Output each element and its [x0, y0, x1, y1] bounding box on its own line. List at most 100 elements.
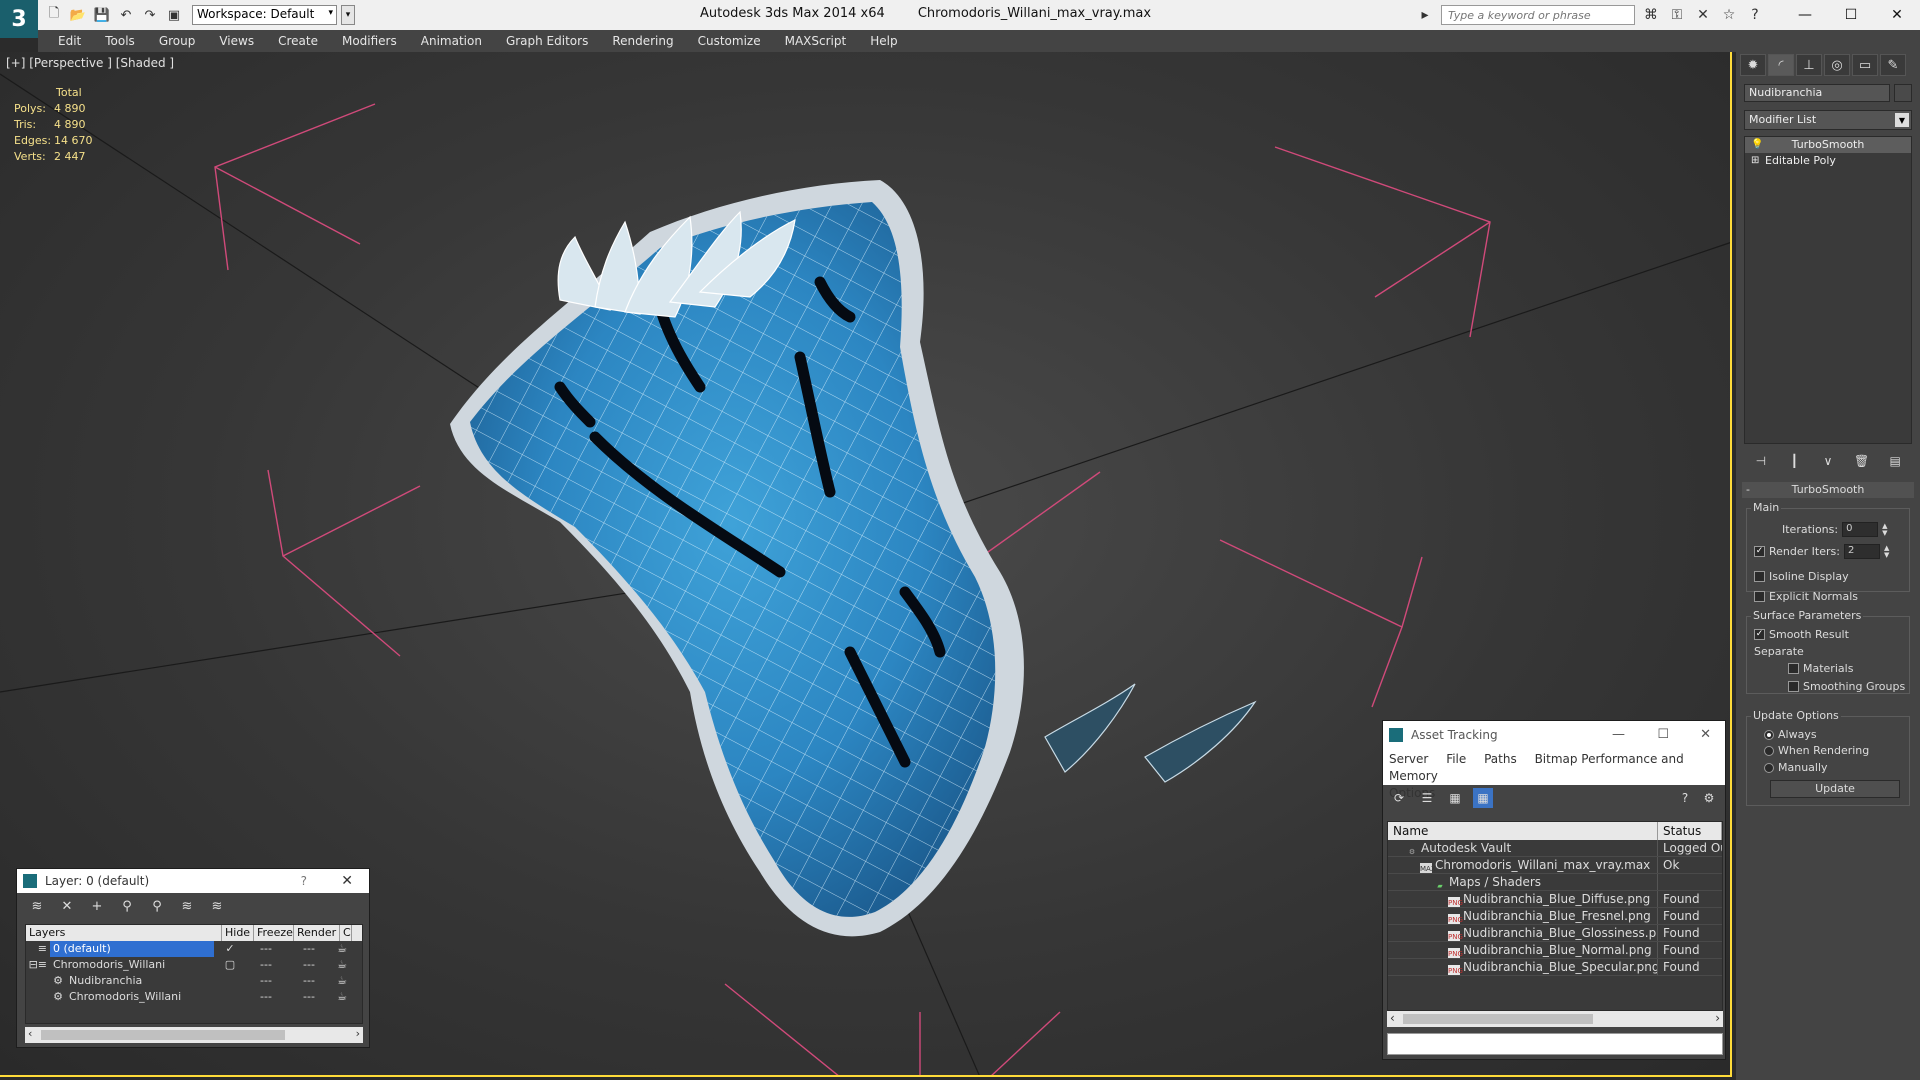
materials-checkbox[interactable] — [1788, 663, 1799, 674]
utilities-tab-icon[interactable]: ✎ — [1880, 54, 1906, 76]
minimize-icon[interactable]: — — [1612, 721, 1625, 749]
col-name[interactable]: Name — [1388, 822, 1658, 840]
scroll-right-icon[interactable]: › — [356, 1027, 360, 1040]
hide-toggle[interactable]: --- — [246, 941, 286, 957]
display-tab-icon[interactable]: ▭ — [1852, 54, 1878, 76]
layer-name[interactable]: 0 (default) — [50, 941, 214, 957]
hide-all-layers-icon[interactable]: ≋ — [177, 896, 197, 916]
col-color[interactable]: C — [340, 925, 352, 941]
select-objects-icon[interactable]: ⚲ — [117, 896, 137, 916]
configure-sets-icon[interactable]: ▤ — [1885, 452, 1905, 470]
smooth-result-checkbox[interactable]: ✓ — [1754, 629, 1765, 640]
menu-animation[interactable]: Animation — [409, 30, 494, 52]
modify-tab-icon[interactable]: ◜ — [1768, 54, 1794, 76]
hierarchy-tab-icon[interactable]: ⊥ — [1796, 54, 1822, 76]
layer-horizontal-scrollbar[interactable]: ‹ › — [25, 1027, 363, 1043]
expand-plus-icon[interactable]: ⊞ — [1751, 153, 1759, 169]
freeze-toggle[interactable]: --- — [286, 989, 332, 1005]
explicit-normals-checkbox[interactable] — [1754, 591, 1765, 602]
highlight-layer-icon[interactable]: ⚲ — [147, 896, 167, 916]
close-icon[interactable]: ✕ — [341, 869, 353, 893]
asset-row[interactable]: PNGNudibranchia_Blue_Fresnel.png Found — [1388, 908, 1722, 925]
asset-row[interactable]: PNGNudibranchia_Blue_Normal.png Found — [1388, 942, 1722, 959]
key-icon[interactable]: ⚿ — [1667, 5, 1687, 25]
spinner-arrows-icon[interactable]: ▲ ▼ — [1884, 544, 1889, 559]
col-status[interactable]: Status — [1658, 822, 1722, 840]
asset-dialog-titlebar[interactable]: Asset Tracking — ☐ ✕ — [1383, 721, 1725, 749]
workspace-dropdown-button[interactable]: ▾ — [341, 5, 355, 25]
freeze-toggle[interactable]: --- — [286, 957, 332, 973]
freeze-all-layers-icon[interactable]: ≋ — [207, 896, 227, 916]
close-icon[interactable]: ✕ — [1874, 0, 1920, 30]
maximize-icon[interactable]: ☐ — [1828, 0, 1874, 30]
when-rendering-radio[interactable] — [1764, 745, 1774, 756]
layer-row[interactable]: ⚙ Chromodoris_Willani --- --- ☕ — [26, 989, 362, 1005]
add-to-layer-icon[interactable]: + — [87, 896, 107, 916]
scroll-left-icon[interactable]: ‹ — [28, 1027, 32, 1040]
hide-toggle[interactable]: --- — [246, 989, 286, 1005]
hide-toggle[interactable]: --- — [246, 973, 286, 989]
play-arrow-icon[interactable]: ▸ — [1415, 5, 1435, 25]
maximize-icon[interactable]: ☐ — [1657, 721, 1669, 749]
asset-row[interactable]: ▰ Maps / Shaders — [1388, 874, 1722, 891]
help-icon[interactable]: ? — [1675, 788, 1695, 808]
project-folder-icon[interactable]: ▣ — [164, 5, 184, 25]
new-file-icon[interactable]: 🗋 — [44, 5, 64, 25]
always-radio[interactable] — [1764, 729, 1774, 740]
close-icon[interactable]: ✕ — [1700, 721, 1711, 749]
nudibranch-model[interactable] — [450, 180, 1257, 937]
spinner-arrows-icon[interactable]: ▲ ▼ — [1882, 522, 1887, 537]
menu-create[interactable]: Create — [266, 30, 330, 52]
refresh-icon[interactable]: ⟳ — [1389, 788, 1409, 808]
menu-paths[interactable]: Paths — [1484, 752, 1517, 766]
menu-group[interactable]: Group — [147, 30, 208, 52]
menu-help[interactable]: Help — [858, 30, 909, 52]
render-iters-spinner[interactable]: 2 — [1843, 544, 1880, 559]
thumbnail-view-icon[interactable]: ▦ — [1445, 788, 1465, 808]
menu-graph-editors[interactable]: Graph Editors — [494, 30, 600, 52]
col-freeze[interactable]: Freeze — [254, 925, 294, 941]
remove-modifier-icon[interactable]: 🗑 — [1852, 452, 1872, 470]
menu-customize[interactable]: Customize — [686, 30, 773, 52]
col-render[interactable]: Render — [294, 925, 340, 941]
scroll-right-icon[interactable]: › — [1715, 1011, 1720, 1025]
table-view-icon[interactable]: ▦ — [1473, 788, 1493, 808]
freeze-toggle[interactable]: --- — [286, 973, 332, 989]
layer-name[interactable]: Chromodoris_Willani — [50, 957, 214, 973]
pin-stack-icon[interactable]: ⊣ — [1751, 452, 1771, 470]
object-name[interactable]: Nudibranchia — [66, 973, 214, 989]
delete-layer-icon[interactable]: ✕ — [57, 896, 77, 916]
rollout-header[interactable]: - TurboSmooth — [1742, 482, 1914, 498]
menu-file[interactable]: File — [1446, 752, 1466, 766]
iterations-spinner[interactable]: 0 — [1842, 522, 1879, 537]
asset-row[interactable]: PNGNudibranchia_Blue_Glossiness.png Foun… — [1388, 925, 1722, 942]
workspace-select[interactable]: Workspace: Default ▾ — [192, 5, 337, 25]
menu-modifiers[interactable]: Modifiers — [330, 30, 409, 52]
scroll-thumb[interactable] — [41, 1030, 285, 1040]
asset-row[interactable]: PNGNudibranchia_Blue_Specular.png Found — [1388, 959, 1722, 976]
stack-item-editable-poly[interactable]: ⊞ Editable Poly — [1745, 153, 1911, 169]
object-color-swatch[interactable] — [1894, 84, 1912, 102]
exchange-icon[interactable]: ✕ — [1693, 5, 1713, 25]
lightbulb-icon[interactable]: 💡 — [1751, 137, 1763, 153]
help-icon[interactable]: ? — [301, 869, 307, 893]
menu-rendering[interactable]: Rendering — [600, 30, 685, 52]
motion-tab-icon[interactable]: ◎ — [1824, 54, 1850, 76]
asset-row[interactable]: ⚙ Autodesk Vault Logged Ou — [1388, 840, 1722, 857]
star-icon[interactable]: ☆ — [1719, 5, 1739, 25]
viewport-label[interactable]: [+] [Perspective ] [Shaded ] — [6, 56, 174, 70]
object-name-field[interactable]: Nudibranchia — [1744, 84, 1890, 102]
show-end-result-icon[interactable]: ┃ — [1784, 452, 1804, 470]
render-teapot-icon[interactable]: ☕ — [332, 957, 352, 973]
list-view-icon[interactable]: ☰ — [1417, 788, 1437, 808]
menu-maxscript[interactable]: MAXScript — [773, 30, 859, 52]
open-file-icon[interactable]: 📂 — [68, 5, 88, 25]
search-input[interactable] — [1441, 5, 1635, 25]
col-hide[interactable]: Hide — [222, 925, 254, 941]
minimize-icon[interactable]: — — [1782, 0, 1828, 30]
menu-edit[interactable]: Edit — [46, 30, 93, 52]
asset-row[interactable]: MAXChromodoris_Willani_max_vray.max Ok — [1388, 857, 1722, 874]
update-button[interactable]: Update — [1770, 780, 1900, 798]
create-tab-icon[interactable]: ✹ — [1740, 54, 1766, 76]
scroll-left-icon[interactable]: ‹ — [1390, 1011, 1395, 1025]
